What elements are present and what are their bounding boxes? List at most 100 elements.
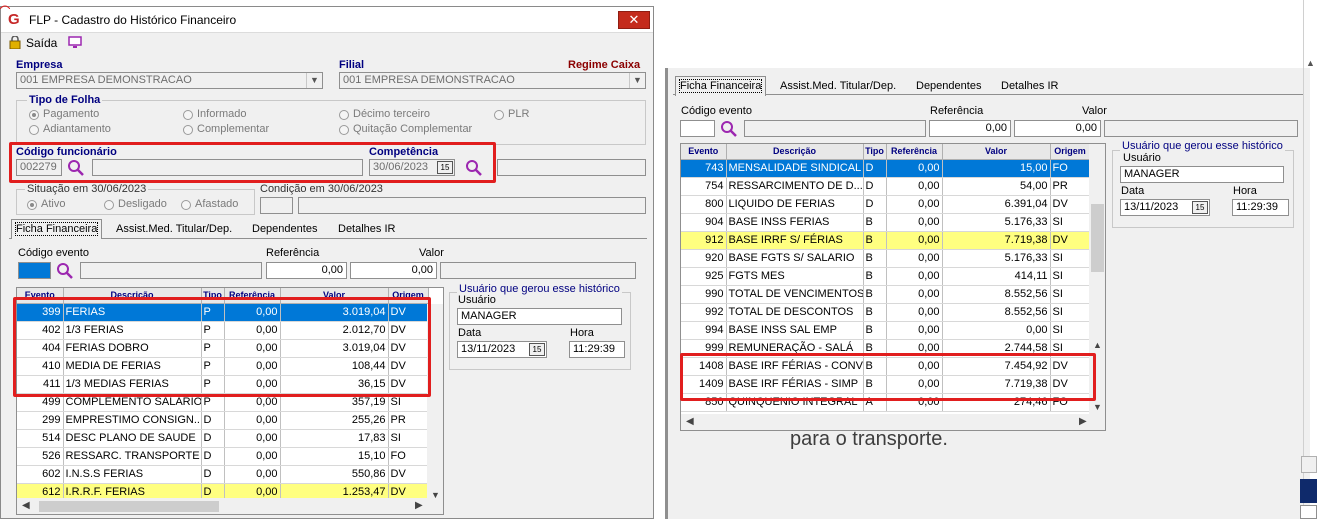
radio-quitacao[interactable] (339, 125, 349, 135)
hora-field: 11:29:39 (1232, 199, 1289, 216)
table-row[interactable]: 925 FGTS MES B 0,00 414,11 SI (681, 267, 1091, 286)
codigo-evento-label: Código evento (18, 247, 89, 259)
cell-referencia: 0,00 (886, 195, 943, 214)
table-row[interactable]: 514 DESC PLANO DE SAUDE D 0,00 17,83 SI (17, 429, 429, 448)
cell-descricao: EMPRESTIMO CONSIGN... (63, 411, 202, 430)
tab-ficha-financeira[interactable]: Ficha Financeira (11, 219, 103, 239)
chevron-down-icon[interactable]: ▼ (306, 73, 322, 88)
radio-adiantamento[interactable] (29, 125, 39, 135)
table-row[interactable]: 526 RESSARC. TRANSPORTE D 0,00 15,10 FO (17, 447, 429, 466)
col-evento[interactable]: Evento (681, 144, 727, 160)
cell-referencia: 0,00 (886, 159, 943, 178)
chevron-right-icon[interactable]: ▶ (415, 500, 423, 511)
col-descricao[interactable]: Descrição (726, 144, 864, 160)
cell-tipo: D (863, 195, 887, 214)
table-row[interactable]: 912 BASE IRRF S/ FÉRIAS B 0,00 7.719,38 DV (681, 231, 1091, 250)
search-icon[interactable] (720, 120, 738, 138)
right-panel: Ficha Financeira Assist.Med. Titular/Dep… (668, 68, 1310, 519)
tab-dependentes[interactable]: Dependentes (247, 219, 322, 239)
table-row[interactable]: 990 TOTAL DE VENCIMENTOS B 0,00 8.552,56 SI (681, 285, 1091, 304)
codigo-evento-input[interactable] (18, 262, 51, 279)
tab-ficha-financeira-label: Ficha Financeira (14, 222, 99, 236)
tab-detalhes-ir[interactable]: Detalhes IR (333, 219, 400, 239)
chevron-up-icon[interactable]: ▲ (1306, 58, 1317, 69)
cell-referencia: 0,00 (886, 231, 943, 250)
radio-informado[interactable] (183, 110, 193, 120)
col-tipo[interactable]: Tipo (863, 144, 887, 160)
cell-referencia: 0,00 (224, 429, 281, 448)
codigo-evento-label: Código evento (681, 105, 752, 117)
table-row[interactable]: 992 TOTAL DE DESCONTOS B 0,00 8.552,56 SI (681, 303, 1091, 322)
chevron-right-icon[interactable]: ▶ (1079, 416, 1087, 427)
radio-ativo[interactable] (27, 200, 37, 210)
table-row[interactable]: 920 BASE FGTS S/ SALARIO B 0,00 5.176,33 SI (681, 249, 1091, 268)
search-icon[interactable] (56, 262, 74, 280)
cell-origem: SI (1050, 285, 1091, 304)
empresa-select[interactable]: 001 EMPRESA DEMONSTRACAO ▼ (16, 72, 323, 89)
tab-assist-med[interactable]: Assist.Med. Titular/Dep. (111, 219, 237, 239)
col-valor[interactable]: Valor (942, 144, 1051, 160)
table-row[interactable]: 994 BASE INSS SAL EMP B 0,00 0,00 SI (681, 321, 1091, 340)
calendar-icon[interactable]: 15 (1192, 201, 1208, 214)
tab-assist-med[interactable]: Assist.Med. Titular/Dep. (775, 76, 901, 96)
radio-afastado[interactable] (181, 200, 191, 210)
hscroll-thumb[interactable] (39, 501, 219, 512)
lock-icon[interactable] (9, 35, 21, 50)
chevron-down-icon[interactable]: ▼ (1093, 402, 1102, 412)
chevron-down-icon[interactable]: ▼ (629, 73, 645, 88)
filial-select[interactable]: 001 EMPRESA DEMONSTRACAO ▼ (339, 72, 646, 89)
evento-desc-field (744, 120, 926, 137)
cell-descricao: DESC PLANO DE SAUDE (63, 429, 202, 448)
table-row[interactable]: 299 EMPRESTIMO CONSIGN... D 0,00 255,26 PR (17, 411, 429, 430)
cell-evento: 990 (681, 285, 727, 304)
table-row[interactable]: 602 I.N.S.S FERIAS D 0,00 550,86 DV (17, 465, 429, 484)
cell-descricao: TOTAL DE DESCONTOS (726, 303, 864, 322)
radio-pagamento[interactable] (29, 110, 39, 120)
monitor-icon[interactable] (68, 36, 82, 48)
calendar-icon[interactable]: 15 (529, 343, 545, 356)
edge-field (1301, 456, 1317, 473)
table-row[interactable]: 800 LIQUIDO DE FERIAS D 0,00 6.391,04 DV (681, 195, 1091, 214)
cell-tipo: B (863, 249, 887, 268)
cell-evento: 514 (17, 429, 64, 448)
background-text: para o transporte. (790, 428, 948, 450)
tab-divider (9, 238, 647, 239)
hora-label: Hora (570, 327, 594, 339)
usuario-field: MANAGER (457, 308, 622, 325)
cell-referencia: 0,00 (886, 285, 943, 304)
cell-valor: 15,00 (942, 159, 1051, 178)
chevron-left-icon[interactable]: ◀ (22, 500, 30, 511)
tab-detalhes-ir[interactable]: Detalhes IR (996, 76, 1063, 96)
chevron-up-icon[interactable]: ▲ (1093, 340, 1102, 350)
radio-desligado[interactable] (104, 200, 114, 210)
tab-dependentes[interactable]: Dependentes (911, 76, 986, 96)
codigo-evento-input[interactable] (680, 120, 715, 137)
cell-valor: 6.391,04 (942, 195, 1051, 214)
radio-quitacao-label: Quitação Complementar (353, 123, 473, 135)
referencia-input[interactable]: 0,00 (266, 262, 347, 279)
valor-input[interactable]: 0,00 (350, 262, 437, 279)
cell-evento: 754 (681, 177, 727, 196)
table-row[interactable]: 904 BASE INSS FERIAS B 0,00 5.176,33 SI (681, 213, 1091, 232)
table-row[interactable]: 754 RESSARCIMENTO DE D... D 0,00 54,00 PR (681, 177, 1091, 196)
exit-button[interactable]: Saída (26, 36, 57, 50)
cell-descricao: RESSARCIMENTO DE D... (726, 177, 864, 196)
chevron-left-icon[interactable]: ◀ (686, 416, 694, 427)
table-row[interactable]: 743 MENSALIDADE SINDICAL D 0,00 15,00 FO (681, 159, 1091, 178)
referencia-input[interactable]: 0,00 (929, 120, 1011, 137)
col-origem[interactable]: Origem (1050, 144, 1091, 160)
vscroll-thumb[interactable] (1091, 204, 1104, 272)
cell-origem: SI (1050, 321, 1091, 340)
radio-decimo[interactable] (339, 110, 349, 120)
tab-ficha-financeira[interactable]: Ficha Financeira (675, 76, 767, 96)
cell-evento: 743 (681, 159, 727, 178)
col-referencia[interactable]: Referência (886, 144, 943, 160)
radio-complementar[interactable] (183, 125, 193, 135)
close-button[interactable]: ✕ (618, 11, 650, 29)
valor-input[interactable]: 0,00 (1014, 120, 1101, 137)
cell-tipo: D (201, 411, 225, 430)
left-grid-hscroll[interactable]: ◀ ▶ (17, 498, 443, 514)
radio-plr[interactable] (494, 110, 504, 120)
annotation-box (13, 297, 431, 397)
cell-origem: SI (1050, 213, 1091, 232)
